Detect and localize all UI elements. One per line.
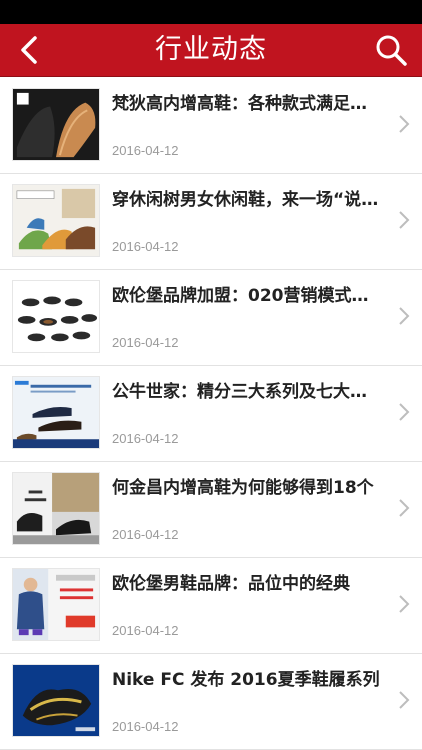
article-date: 2016-04-12 <box>112 623 179 638</box>
list-item[interactable]: 欧伦堡品牌加盟：020营销模式助力加盟商 2016-04-12 <box>0 270 422 366</box>
list-item[interactable]: 公牛世家：精分三大系列及七大风格 2016-04-12 <box>0 366 422 462</box>
article-date: 2016-04-12 <box>112 719 179 734</box>
article-date: 2016-04-12 <box>112 527 179 542</box>
list-item[interactable]: 欧伦堡男鞋品牌：品位中的经典 2016-04-12 <box>0 558 422 654</box>
chevron-right-icon <box>399 115 410 133</box>
article-date: 2016-04-12 <box>112 239 179 254</box>
article-thumbnail <box>12 88 100 161</box>
article-date: 2016-04-12 <box>112 335 179 350</box>
article-title: 何金昌内增高鞋为何能够得到18个 <box>112 478 374 498</box>
chevron-right-icon <box>399 691 410 709</box>
list-item[interactable]: 穿休闲树男女休闲鞋，来一场“说走就走”的旅行 2016-04-12 <box>0 174 422 270</box>
page-title: 行业动态 <box>155 34 267 65</box>
article-thumbnail <box>12 664 100 737</box>
list-item[interactable]: 何金昌内增高鞋为何能够得到18个 2016-04-12 <box>0 462 422 558</box>
chevron-right-icon <box>399 307 410 325</box>
article-thumbnail <box>12 472 100 545</box>
news-list: 梵狄高内增高鞋：各种款式满足你的需求 2016-04-12 穿休闲树男女休闲鞋，… <box>0 78 422 750</box>
article-title: 欧伦堡品牌加盟：020营销模式助力加盟商 <box>112 286 382 306</box>
chevron-right-icon <box>399 211 410 229</box>
article-thumbnail <box>12 280 100 353</box>
chevron-right-icon <box>399 595 410 613</box>
article-thumbnail <box>12 184 100 257</box>
article-title: 穿休闲树男女休闲鞋，来一场“说走就走”的旅行 <box>112 190 382 210</box>
article-thumbnail <box>12 568 100 641</box>
article-date: 2016-04-12 <box>112 431 179 446</box>
nav-bar: 行业动态 <box>0 24 422 76</box>
search-button[interactable] <box>374 33 408 67</box>
article-title: 公牛世家：精分三大系列及七大风格 <box>112 382 382 402</box>
status-bar <box>0 0 422 24</box>
article-thumbnail <box>12 376 100 449</box>
list-item[interactable]: Nike FC 发布 2016夏季鞋履系列 2016-04-12 <box>0 654 422 750</box>
search-icon <box>376 35 407 66</box>
article-date: 2016-04-12 <box>112 143 179 158</box>
article-title: 梵狄高内增高鞋：各种款式满足你的需求 <box>112 94 382 114</box>
list-item[interactable]: 梵狄高内增高鞋：各种款式满足你的需求 2016-04-12 <box>0 78 422 174</box>
article-title: 欧伦堡男鞋品牌：品位中的经典 <box>112 574 350 594</box>
article-title: Nike FC 发布 2016夏季鞋履系列 <box>112 670 380 690</box>
chevron-right-icon <box>399 403 410 421</box>
chevron-right-icon <box>399 499 410 517</box>
